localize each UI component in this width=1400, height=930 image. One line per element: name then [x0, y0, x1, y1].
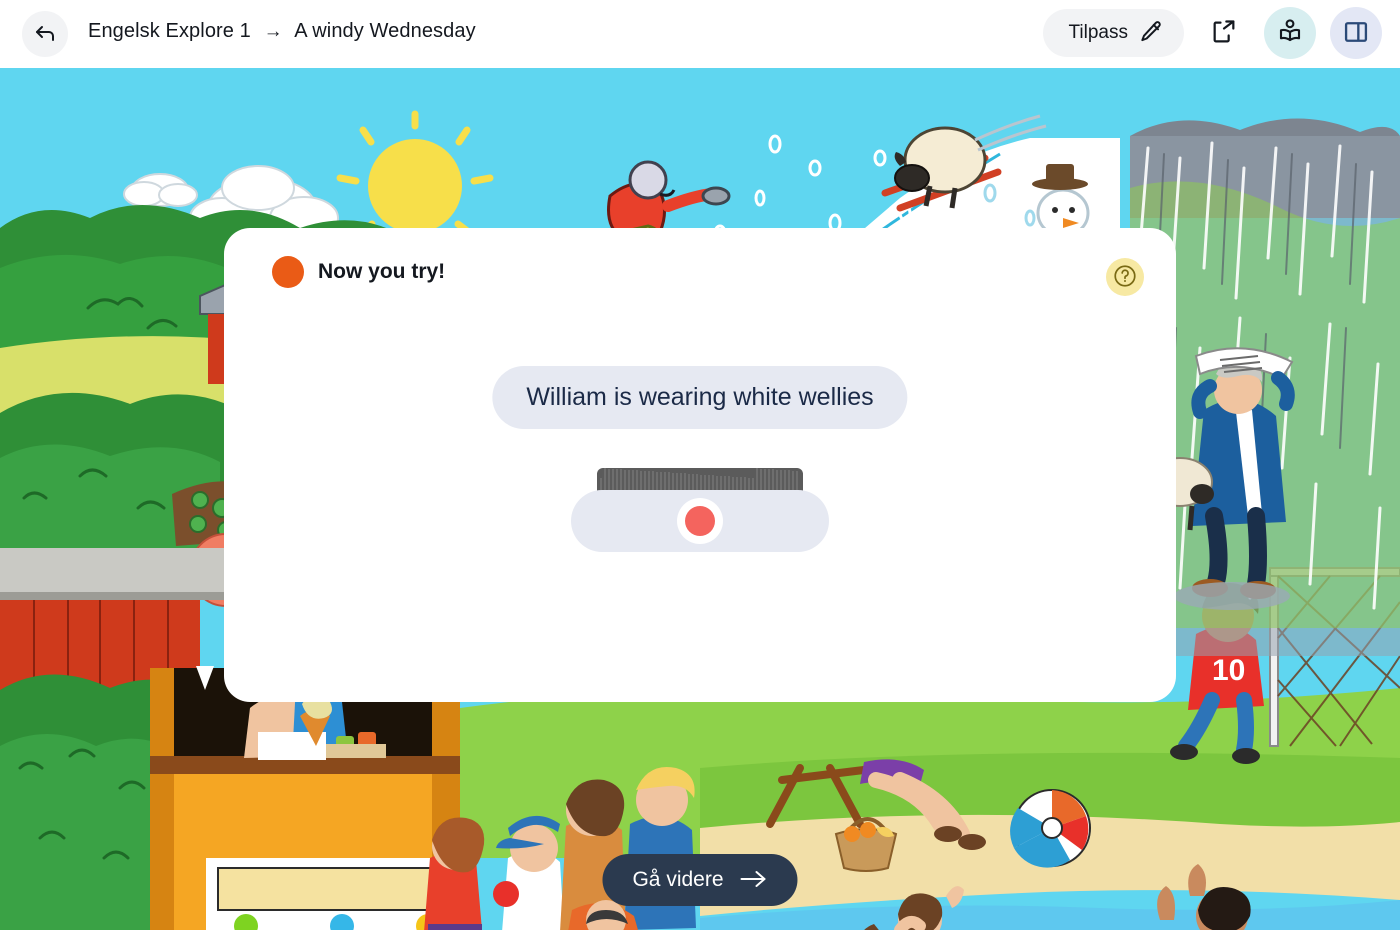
breadcrumb-separator: → — [263, 21, 283, 42]
next-label: Gå videre — [632, 868, 724, 891]
dialog-header: Now you try! — [272, 256, 445, 288]
back-button[interactable] — [22, 11, 68, 57]
split-view-button[interactable] — [1330, 7, 1382, 59]
record-dot-icon — [677, 498, 723, 544]
svg-text:10: 10 — [1212, 654, 1245, 687]
customize-button[interactable]: Tilpass — [1042, 9, 1184, 57]
record-button[interactable] — [571, 490, 829, 552]
breadcrumb-parent[interactable]: Engelsk Explore 1 — [88, 20, 251, 42]
top-bar-actions: Tilpass — [1042, 7, 1382, 59]
share-icon — [1210, 18, 1238, 49]
orange-eyes-mascot-icon — [272, 256, 304, 288]
practice-dialog: Now you try! William is wearing white we… — [224, 228, 1176, 702]
target-sentence[interactable]: William is wearing white wellies — [492, 366, 908, 429]
top-bar: Engelsk Explore 1 → A windy Wednesday Ti… — [0, 0, 1400, 68]
dialog-title: Now you try! — [318, 260, 446, 283]
next-button[interactable]: Gå videre — [602, 854, 798, 906]
book-split-view-icon — [1342, 18, 1370, 49]
record-dot-inner — [685, 506, 715, 536]
customize-label: Tilpass — [1068, 22, 1128, 43]
help-button[interactable] — [1106, 258, 1144, 296]
pencil-icon — [1138, 19, 1164, 48]
question-mark-icon — [1112, 263, 1138, 292]
read-aloud-button[interactable] — [1264, 7, 1316, 59]
person-reading-icon — [1275, 17, 1305, 50]
share-button[interactable] — [1198, 7, 1250, 59]
breadcrumb[interactable]: Engelsk Explore 1 → A windy Wednesday — [88, 20, 476, 43]
arrow-right-icon — [740, 868, 768, 893]
app-root: 10 Engelsk Explore 1 → A windy Wednesday… — [0, 0, 1400, 930]
breadcrumb-current: A windy Wednesday — [294, 20, 476, 42]
back-arrow-icon — [33, 21, 57, 48]
